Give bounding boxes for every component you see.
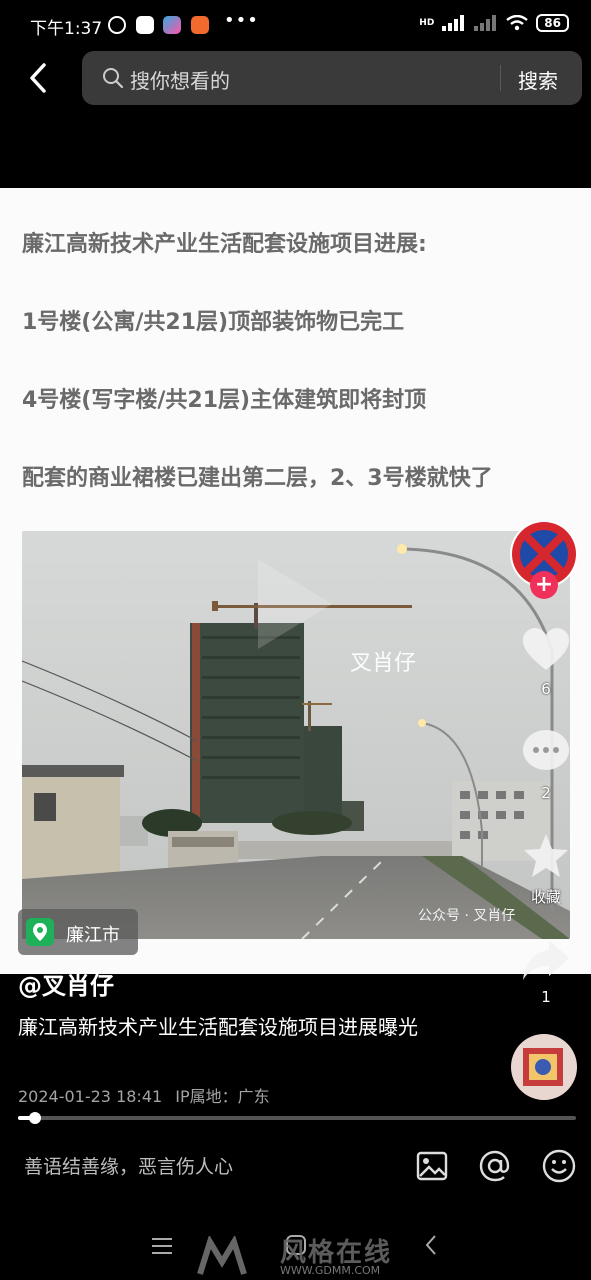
smiley-icon bbox=[542, 1149, 576, 1183]
comment-icon bbox=[523, 730, 569, 770]
emoji-button[interactable] bbox=[541, 1148, 577, 1184]
post-description: 廉江高新技术产业生活配套设施项目进展曝光 bbox=[18, 1015, 418, 1039]
share-count: 1 bbox=[541, 988, 551, 1006]
article-title: 廉江高新技术产业生活配套设施项目进展: bbox=[22, 232, 427, 257]
divider bbox=[500, 65, 501, 91]
comment-input[interactable]: 善语结善缘，恶言伤人心 bbox=[24, 1152, 233, 1179]
signal-icon bbox=[442, 15, 465, 31]
location-pin-icon bbox=[26, 918, 54, 946]
chevron-left-icon bbox=[30, 63, 46, 93]
like-button[interactable] bbox=[521, 626, 571, 676]
favorite-label: 收藏 bbox=[530, 888, 561, 906]
ip-location: IP属地：广东 bbox=[175, 1087, 270, 1106]
star-icon bbox=[524, 834, 568, 877]
progress-handle[interactable] bbox=[28, 1112, 41, 1124]
clock: 下午1:37 bbox=[30, 19, 103, 39]
post-date: 2024-01-23 18:41 bbox=[18, 1087, 163, 1106]
music-disc[interactable] bbox=[511, 1034, 577, 1100]
heart-icon bbox=[523, 628, 569, 670]
favorite-button[interactable] bbox=[521, 832, 571, 882]
video-progress-bar[interactable] bbox=[18, 1112, 576, 1124]
back-button[interactable] bbox=[26, 60, 52, 96]
at-sign-icon bbox=[479, 1150, 510, 1182]
location-label: 廉江市 bbox=[66, 925, 120, 946]
mention-button[interactable] bbox=[477, 1148, 513, 1184]
status-bar: 下午1:37 ••• HD 86 bbox=[0, 0, 591, 46]
post-meta: 2024-01-23 18:41 IP属地：广东 bbox=[18, 1083, 270, 1107]
article-line: 配套的商业裙楼已建出第二层，2、3号楼就快了 bbox=[22, 466, 493, 491]
follow-button[interactable]: + bbox=[530, 571, 558, 599]
system-indicators: HD 86 bbox=[419, 14, 569, 32]
album-art-icon bbox=[511, 1034, 577, 1100]
menu-icon[interactable] bbox=[152, 1238, 172, 1254]
share-button[interactable] bbox=[521, 936, 571, 986]
construction-photo bbox=[22, 531, 570, 939]
wechat-official-account-label: 公众号 · 叉肖仔 bbox=[418, 908, 516, 924]
search-bar[interactable]: 搜你想看的 搜索 bbox=[82, 51, 582, 105]
hd-label: HD bbox=[419, 18, 435, 28]
author-name[interactable]: @叉肖仔 bbox=[18, 966, 114, 1001]
search-button[interactable]: 搜索 bbox=[518, 65, 558, 94]
construction-scene bbox=[22, 531, 570, 939]
image-button[interactable] bbox=[414, 1148, 450, 1184]
play-store-icon bbox=[163, 16, 181, 34]
alarm-icon bbox=[108, 16, 126, 34]
photo-watermark: 叉肖仔 bbox=[350, 651, 417, 676]
site-url: WWW.GDMM.COM bbox=[280, 1264, 381, 1277]
location-tag[interactable]: 廉江市 bbox=[18, 909, 138, 955]
image-icon bbox=[416, 1151, 448, 1181]
signal-2-icon bbox=[474, 15, 497, 31]
search-icon bbox=[103, 68, 124, 89]
back-nav-icon[interactable] bbox=[424, 1234, 438, 1256]
wifi-icon bbox=[506, 15, 529, 31]
share-arrow-icon bbox=[523, 940, 569, 980]
app-badge-icon bbox=[191, 16, 209, 34]
article-line: 1号楼(公寓/共21层)顶部装饰物已完工 bbox=[22, 310, 405, 335]
battery-icon: 86 bbox=[536, 14, 569, 32]
like-count: 6 bbox=[541, 680, 551, 698]
article-line: 4号楼(写字楼/共21层)主体建筑即将封顶 bbox=[22, 388, 427, 413]
search-input[interactable]: 搜你想看的 bbox=[130, 65, 230, 94]
site-logo bbox=[197, 1236, 247, 1275]
comment-button[interactable] bbox=[521, 728, 571, 778]
app-notification-icon bbox=[136, 16, 154, 34]
comment-count: 2 bbox=[541, 784, 551, 802]
more-notifications-icon: ••• bbox=[224, 10, 259, 31]
